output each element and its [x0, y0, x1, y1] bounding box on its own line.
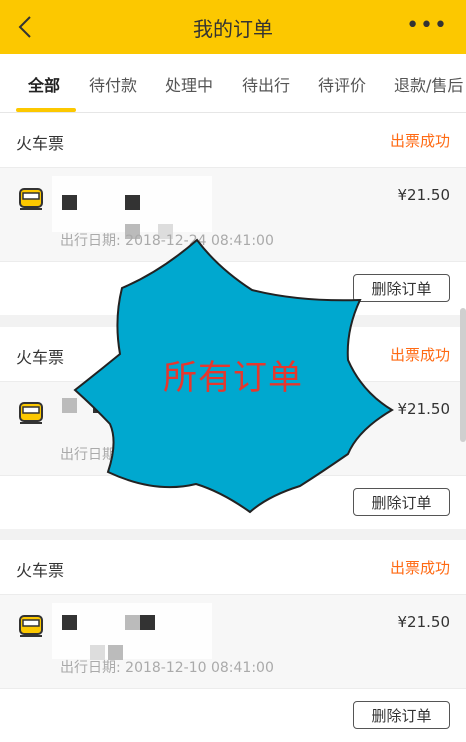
order-header: 火车票 出票成功 — [0, 540, 466, 595]
order-status: 出票成功 — [389, 132, 450, 150]
train-icon — [19, 402, 43, 424]
order-tabs: 全部 待付款 处理中 待出行 待评价 退款/售后 — [0, 54, 466, 113]
redaction-block — [62, 398, 77, 413]
redacted-area — [52, 603, 212, 659]
back-arrow-icon[interactable] — [12, 12, 42, 42]
more-options-icon[interactable]: ••• — [406, 13, 448, 38]
tab-refund-aftersale[interactable]: 退款/售后 — [394, 72, 463, 96]
order-type: 火车票 — [16, 348, 65, 367]
delete-order-button[interactable]: 删除订单 — [353, 274, 450, 302]
tab-all[interactable]: 全部 — [28, 72, 60, 96]
travel-date: 出行日期 — [60, 447, 116, 463]
order-price: ¥21.50 — [397, 400, 451, 418]
page-title: 我的订单 — [193, 16, 273, 41]
tab-pending-travel[interactable]: 待出行 — [242, 72, 290, 96]
order-detail[interactable]: ¥21.50 出行日期: 2018-12-24 08:41:00 — [0, 168, 466, 262]
travel-date: 出行日期: 2018-12-24 08:41:00 — [60, 233, 274, 249]
order-card[interactable]: 火车票 出票成功 ¥21.50 出行日期: 2018-12-24 08:41:0… — [0, 113, 466, 315]
redaction-block — [62, 195, 77, 210]
order-price: ¥21.50 — [397, 186, 451, 204]
order-type: 火车票 — [16, 561, 65, 580]
redaction-block — [140, 615, 155, 630]
delete-order-button[interactable]: 删除订单 — [353, 701, 450, 729]
redaction-block — [125, 615, 140, 630]
travel-date: 出行日期: 2018-12-10 08:41:00 — [60, 660, 274, 676]
redaction-block — [125, 195, 140, 210]
tab-pending-payment[interactable]: 待付款 — [89, 72, 137, 96]
train-icon — [19, 188, 43, 210]
active-tab-indicator — [16, 108, 76, 112]
scrollbar[interactable] — [460, 308, 466, 442]
tab-pending-review[interactable]: 待评价 — [318, 72, 366, 96]
redaction-block — [62, 615, 77, 630]
order-header: 火车票 出票成功 — [0, 113, 466, 168]
order-card[interactable]: 火车票 出票成功 ¥21.50 出行日期: 2018-12-10 08:41:0… — [0, 540, 466, 742]
redaction-block — [93, 398, 108, 413]
order-status: 出票成功 — [389, 346, 450, 364]
train-icon — [19, 615, 43, 637]
annotation-label: 所有订单 — [163, 358, 303, 398]
order-status: 出票成功 — [389, 559, 450, 577]
order-price: ¥21.50 — [397, 613, 451, 631]
order-detail[interactable]: ¥21.50 出行日期: 2018-12-10 08:41:00 — [0, 595, 466, 689]
tab-processing[interactable]: 处理中 — [165, 72, 213, 96]
top-bar: 我的订单 ••• — [0, 0, 466, 54]
order-type: 火车票 — [16, 134, 65, 153]
delete-order-button[interactable]: 删除订单 — [353, 488, 450, 516]
